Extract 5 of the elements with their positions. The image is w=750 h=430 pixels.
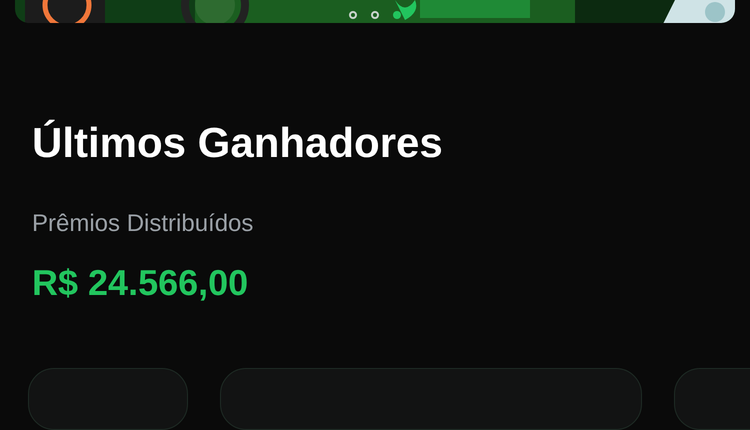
prize-total: R$ 24.566,00	[32, 260, 250, 304]
section-title: Últimos Ganhadores	[32, 118, 444, 168]
prize-label: Prêmios Distribuídos	[32, 210, 254, 239]
carousel-dot[interactable]	[371, 10, 379, 19]
carousel-dot[interactable]	[349, 10, 357, 19]
